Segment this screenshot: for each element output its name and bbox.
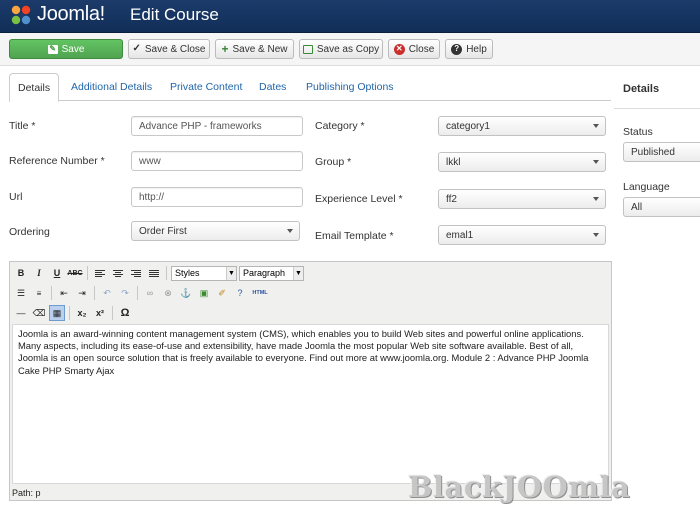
url-label: Url (9, 191, 23, 203)
app-header: Joomla! Edit Course (0, 0, 700, 33)
help-icon[interactable]: ? (232, 285, 248, 301)
subscript-icon[interactable]: x₂ (74, 305, 90, 321)
toolbar-separator (94, 286, 95, 300)
language-select[interactable]: All (623, 197, 700, 217)
title-label: Title * (9, 120, 36, 132)
toolbar-separator (87, 266, 88, 280)
format-select[interactable]: Paragraph ▼ (239, 265, 304, 281)
sidebar-divider (614, 108, 700, 109)
email-template-select[interactable]: emal1 (438, 225, 606, 245)
url-input[interactable]: http:// (131, 187, 303, 207)
toolbar-separator (69, 306, 70, 320)
chevron-down-icon (593, 160, 599, 164)
underline-icon[interactable]: U (49, 265, 65, 281)
unlink-icon[interactable]: ⊗ (160, 285, 176, 301)
category-label: Category * (315, 120, 365, 132)
editor-toolbar-row-1: B I U ABC Styles ▼ Paragraph ▼ (13, 264, 304, 282)
superscript-icon[interactable]: x² (92, 305, 108, 321)
tab-details[interactable]: Details (9, 73, 60, 102)
strikethrough-icon[interactable]: ABC (67, 265, 83, 281)
chevron-down-icon (593, 124, 599, 128)
sidebar-title: Details (623, 83, 660, 95)
chevron-down-icon (593, 197, 599, 201)
toolbar-separator (51, 286, 52, 300)
save-new-button[interactable]: + Save & New (215, 39, 294, 59)
numbered-list-icon[interactable]: ≡ (31, 285, 47, 301)
help-button[interactable]: ? Help (445, 39, 493, 59)
align-right-icon[interactable] (128, 265, 144, 281)
redo-icon[interactable]: ↷ (117, 285, 133, 301)
bullet-list-icon[interactable]: ☰ (13, 285, 29, 301)
save-button[interactable]: ✎ Save (9, 39, 123, 59)
ordering-label: Ordering (9, 226, 50, 238)
bold-icon[interactable]: B (13, 265, 29, 281)
save-close-button[interactable]: ✓ Save & Close (128, 39, 210, 59)
tab-additional-details[interactable]: Additional Details (68, 73, 155, 101)
rich-text-editor: B I U ABC Styles ▼ Paragraph ▼ ☰ ≡ ⇤ ⇥ ↶… (9, 261, 612, 501)
tab-publishing-options[interactable]: Publishing Options (303, 73, 397, 101)
outdent-icon[interactable]: ⇤ (56, 285, 72, 301)
tab-private-content[interactable]: Private Content (167, 73, 245, 101)
image-icon[interactable]: ▣ (196, 285, 212, 301)
anchor-icon[interactable]: ⚓ (178, 285, 194, 301)
watermark: BlackJOOmla (408, 470, 631, 504)
joomla-logo-text: Joomla! (37, 3, 105, 25)
experience-level-select[interactable]: ff2 (438, 189, 606, 209)
align-justify-icon[interactable] (146, 265, 162, 281)
toolbar-separator (137, 286, 138, 300)
check-icon: ✓ (132, 43, 141, 54)
link-icon[interactable]: ∞ (142, 285, 158, 301)
chevron-down-icon (287, 229, 293, 233)
special-character-icon[interactable]: Ω (117, 305, 133, 321)
chevron-down-icon: ▼ (293, 266, 303, 280)
help-icon: ? (451, 43, 463, 55)
joomla-logo-icon (11, 5, 31, 25)
editor-toolbar-row-2: ☰ ≡ ⇤ ⇥ ↶ ↷ ∞ ⊗ ⚓ ▣ ✐ ? HTML (13, 284, 270, 302)
group-select[interactable]: lkkl (438, 152, 606, 172)
toolbar-separator (112, 306, 113, 320)
group-label: Group * (315, 156, 352, 168)
cleanup-icon[interactable]: ✐ (214, 285, 230, 301)
visual-aid-icon[interactable]: ▦ (49, 305, 65, 321)
plus-icon: + (221, 42, 229, 56)
undo-icon[interactable]: ↶ (99, 285, 115, 301)
ordering-select[interactable]: Order First (131, 221, 300, 241)
save-copy-button[interactable]: Save as Copy (299, 39, 383, 59)
page-title: Edit Course (130, 5, 219, 24)
toolbar-separator (166, 266, 167, 280)
close-button[interactable]: ✕ Close (388, 39, 440, 59)
reference-number-input[interactable]: www (131, 151, 303, 171)
italic-icon[interactable]: I (31, 265, 47, 281)
editor-content-area[interactable]: Joomla is an award-winning content manag… (12, 324, 609, 484)
tab-bar: Details Additional Details Private Conte… (9, 73, 611, 102)
status-select[interactable]: Published (623, 142, 700, 162)
indent-icon[interactable]: ⇥ (74, 285, 90, 301)
title-input[interactable]: Advance PHP - frameworks (131, 116, 303, 136)
align-center-icon[interactable] (110, 265, 126, 281)
chevron-down-icon (593, 233, 599, 237)
copy-icon (302, 44, 313, 54)
editor-toolbar-row-3: — ⌫ ▦ x₂ x² Ω (13, 304, 133, 322)
reference-number-label: Reference Number * (9, 155, 105, 167)
horizontal-rule-icon[interactable]: — (13, 305, 29, 321)
experience-level-label: Experience Level * (315, 193, 403, 205)
language-label: Language (623, 181, 670, 193)
close-icon: ✕ (393, 43, 405, 55)
remove-format-icon[interactable]: ⌫ (31, 305, 47, 321)
toolbar: ✎ Save ✓ Save & Close + Save & New Save … (0, 33, 700, 66)
html-source-icon[interactable]: HTML (250, 285, 270, 301)
category-select[interactable]: category1 (438, 116, 606, 136)
align-left-icon[interactable] (92, 265, 108, 281)
tab-dates[interactable]: Dates (256, 73, 289, 101)
chevron-down-icon: ▼ (226, 266, 236, 280)
styles-select[interactable]: Styles ▼ (171, 265, 237, 281)
email-template-label: Email Template * (315, 230, 394, 242)
status-label: Status (623, 126, 653, 138)
save-icon: ✎ (47, 44, 58, 54)
